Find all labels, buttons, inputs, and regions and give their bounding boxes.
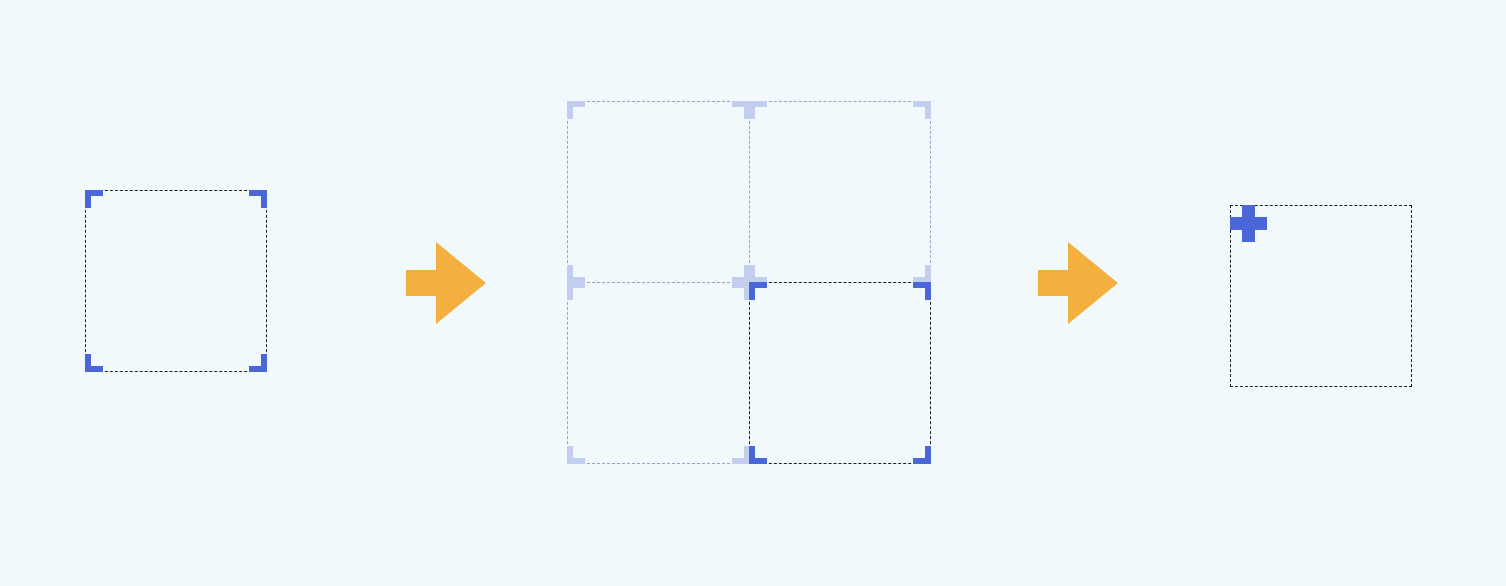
corner-marker-icon [913, 265, 931, 283]
right-arrow-icon [406, 242, 486, 324]
corner-marker-icon [732, 101, 750, 119]
right-arrow-icon [1038, 242, 1118, 324]
corner-marker-icon [913, 101, 931, 119]
corner-marker-icon [749, 282, 767, 300]
corner-marker-icon [567, 265, 585, 283]
corner-marker-icon [567, 101, 585, 119]
single-tile [85, 190, 267, 372]
tile-bottom-left [567, 282, 750, 464]
corner-marker-icon [913, 282, 931, 300]
corner-marker-icon [732, 446, 750, 464]
corner-marker-icon [749, 265, 767, 283]
corner-marker-icon [249, 354, 267, 372]
corner-marker-icon [749, 446, 767, 464]
cross-icon [1230, 205, 1267, 242]
corner-marker-icon [249, 190, 267, 208]
corner-marker-icon [732, 282, 750, 300]
corner-marker-icon [732, 265, 750, 283]
tile-bottom-right-active [749, 282, 931, 464]
tile-top-right [749, 101, 931, 283]
corner-marker-icon [85, 190, 103, 208]
tile-top-left [567, 101, 750, 283]
corner-marker-icon [85, 354, 103, 372]
corner-marker-icon [567, 282, 585, 300]
corner-marker-icon [567, 446, 585, 464]
corner-marker-icon [749, 101, 767, 119]
corner-marker-icon [913, 446, 931, 464]
